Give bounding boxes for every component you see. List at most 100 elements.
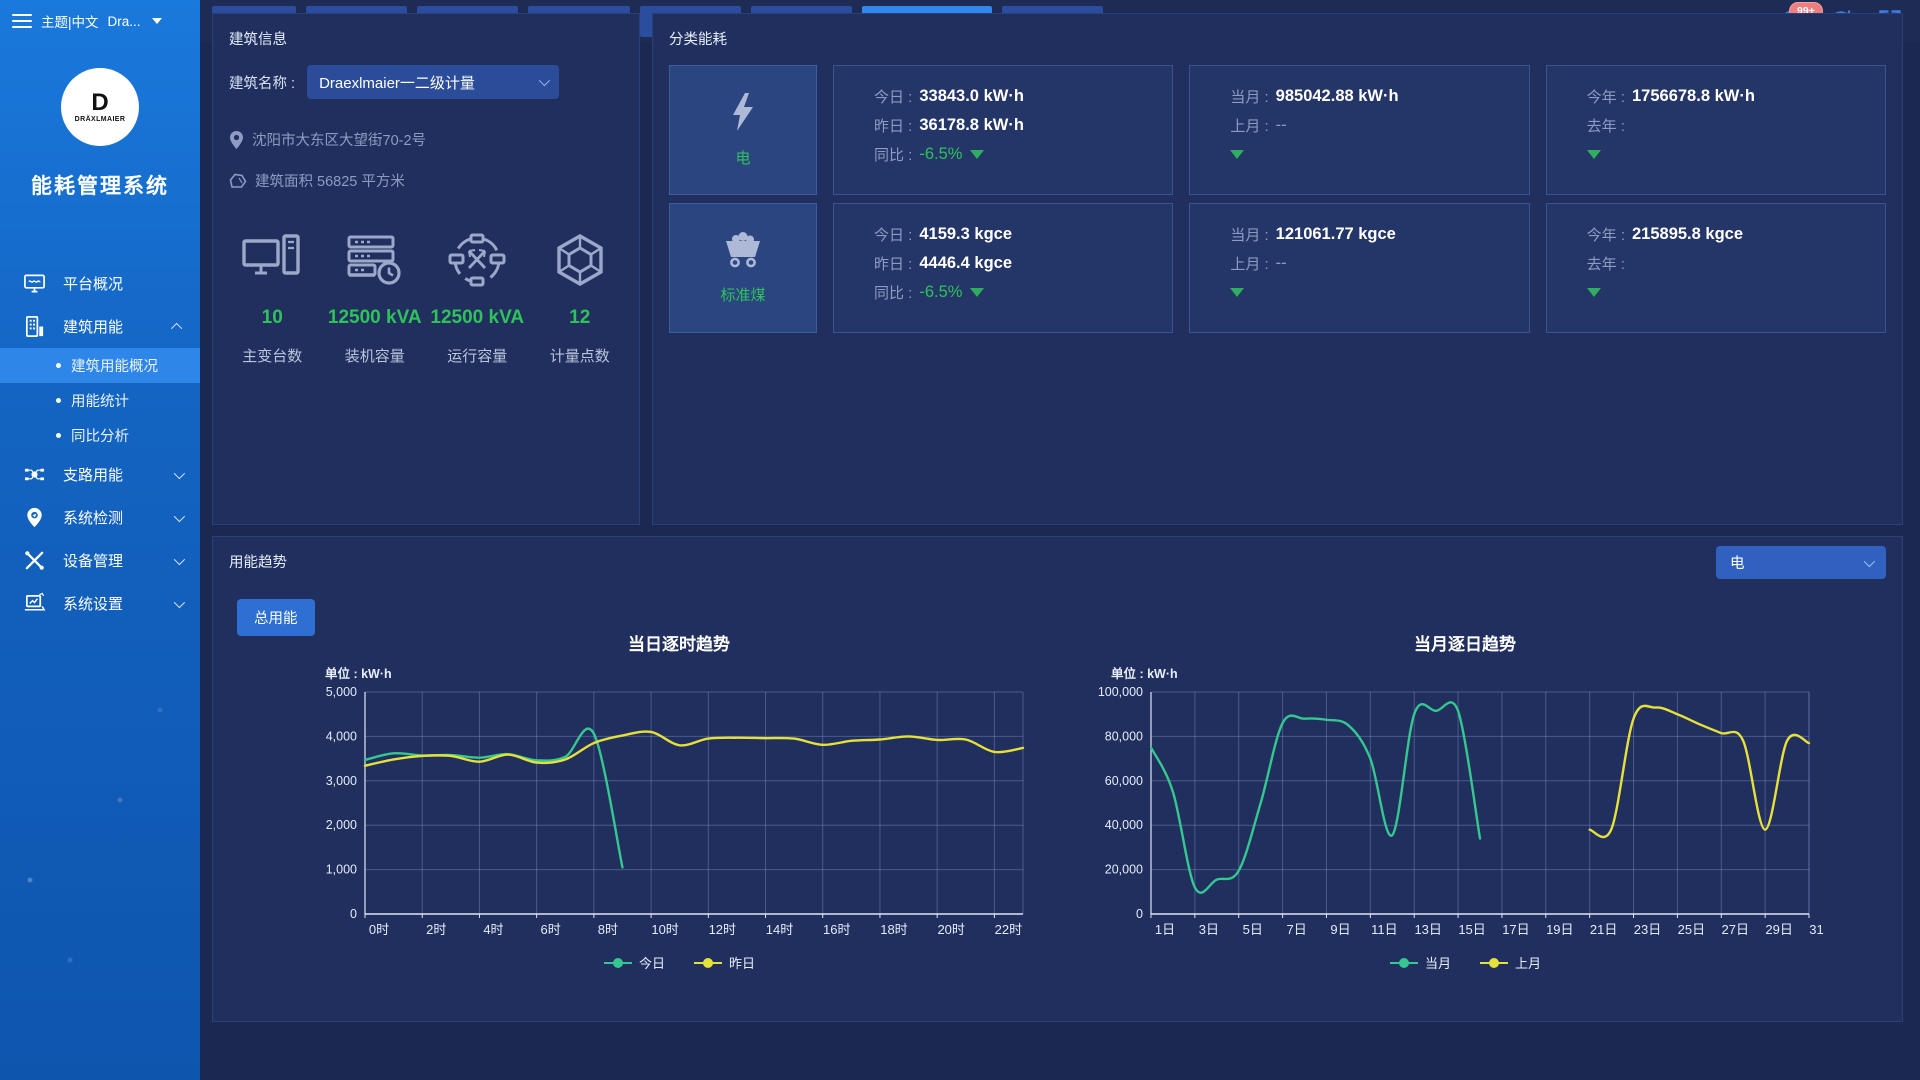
- trend-down-icon: [970, 150, 984, 159]
- svg-text:20,000: 20,000: [1105, 863, 1143, 877]
- sidebar-item-system-settings[interactable]: 系统设置: [0, 582, 200, 625]
- sidebar-subitem-building-energy-overview[interactable]: 建筑用能概况: [0, 348, 200, 383]
- svg-text:4,000: 4,000: [326, 729, 357, 743]
- theme-language-switcher[interactable]: 主题|中文: [41, 11, 99, 31]
- sidebar-subitem-label: 用能统计: [71, 390, 129, 411]
- hexagon-lattice-icon: [529, 229, 632, 291]
- sidebar-item-platform-overview[interactable]: 平台概况: [0, 262, 200, 305]
- monthly-daily-chart-block: 当月逐日趋势 单位 : kW·h 020,00040,00060,00080,0…: [1085, 630, 1845, 972]
- chevron-down-icon: [174, 467, 185, 478]
- coal-day-card: 今日 :4159.3 kgce 昨日 :4446.4 kgce 同比 :-6.5…: [833, 203, 1173, 333]
- charts-row: 当日逐时趋势 单位 : kW·h 01,0002,0003,0004,0005,…: [213, 630, 1902, 972]
- lightning-icon: [728, 92, 758, 132]
- sidebar-item-label: 系统设置: [63, 593, 123, 614]
- stat-label: 计量点数: [529, 345, 632, 366]
- building-name-value: Draexlmaier一二级计量: [319, 72, 475, 93]
- sidebar-menu: 平台概况 建筑用能 建筑用能概况 用能统计 同比分析: [0, 262, 200, 625]
- computer-icon: [221, 229, 324, 291]
- energy-dashboard: 主题|中文 Dra... D DRÄXLMAIER 能耗管理系统 平台概况: [0, 0, 1920, 1080]
- map-pin-icon: [22, 506, 46, 530]
- svg-text:0: 0: [1136, 907, 1143, 921]
- svg-text:4时: 4时: [483, 922, 503, 937]
- sidebar-item-system-detection[interactable]: 系统检测: [0, 496, 200, 539]
- svg-text:2,000: 2,000: [326, 818, 357, 832]
- stat-label: 装机容量: [324, 345, 427, 366]
- svg-text:10时: 10时: [651, 922, 678, 937]
- svg-text:9日: 9日: [1330, 922, 1350, 937]
- building-name-row: 建筑名称 : Draexlmaier一二级计量: [213, 59, 639, 99]
- stat-value: 12500 kVA: [426, 307, 529, 329]
- svg-text:18时: 18时: [880, 922, 907, 937]
- sidebar-item-label: 设备管理: [63, 550, 123, 571]
- svg-text:15日: 15日: [1458, 922, 1485, 937]
- svg-text:14时: 14时: [766, 922, 793, 937]
- svg-text:20时: 20时: [937, 922, 964, 937]
- energy-type-select[interactable]: 电: [1716, 546, 1886, 579]
- coal-card: 标准煤: [669, 203, 817, 333]
- sidebar-subitem-yoy-analysis[interactable]: 同比分析: [0, 418, 200, 453]
- svg-text:0时: 0时: [369, 922, 389, 937]
- svg-text:8时: 8时: [598, 922, 618, 937]
- panel-title: 建筑信息: [213, 14, 639, 59]
- chevron-down-icon: [174, 553, 185, 564]
- stat-metering-points: 12 计量点数: [529, 229, 632, 366]
- svg-text:11日: 11日: [1371, 922, 1398, 937]
- location-pin-icon: [229, 131, 244, 149]
- sidebar-subitem-energy-statistics[interactable]: 用能统计: [0, 383, 200, 418]
- server-clock-icon: [324, 229, 427, 291]
- sidebar-item-building-energy[interactable]: 建筑用能: [0, 305, 200, 348]
- legend-item[interactable]: 当月: [1389, 953, 1451, 972]
- svg-text:16时: 16时: [823, 922, 850, 937]
- energy-type-label: 标准煤: [720, 284, 765, 305]
- sidebar-item-label: 系统检测: [63, 507, 123, 528]
- svg-text:1,000: 1,000: [326, 863, 357, 877]
- svg-text:21日: 21日: [1590, 922, 1617, 937]
- svg-text:1日: 1日: [1155, 922, 1175, 937]
- trend-down-icon: [1230, 150, 1244, 159]
- building-info-panel: 建筑信息 建筑名称 : Draexlmaier一二级计量 沈阳市大东区大望街70…: [212, 13, 640, 525]
- chart-legend: 今日 昨日: [299, 953, 1059, 972]
- trend-down-icon: [1587, 150, 1601, 159]
- building-area: 建筑面积 56825 平方米: [229, 170, 623, 191]
- area-outline-icon: [229, 172, 247, 190]
- user-caret-icon[interactable]: [152, 18, 162, 24]
- bullet-dot: [56, 433, 61, 438]
- legend-item[interactable]: 今日: [603, 953, 665, 972]
- stat-value: 12: [529, 307, 632, 329]
- panel-title: 用能趋势: [213, 537, 1902, 582]
- stat-label: 运行容量: [426, 345, 529, 366]
- legend-item[interactable]: 上月: [1479, 953, 1541, 972]
- svg-text:6时: 6时: [541, 922, 561, 937]
- chevron-down-icon: [539, 75, 550, 86]
- svg-text:23日: 23日: [1634, 922, 1661, 937]
- building-stats: 10 主变台数 12500 kVA 装机容量 12500 kVA 运行容量: [213, 229, 639, 366]
- svg-text:2时: 2时: [426, 922, 446, 937]
- chart-unit-label: 单位 : kW·h: [325, 663, 1059, 682]
- app-title: 能耗管理系统: [0, 170, 200, 200]
- building-name-label: 建筑名称 :: [229, 72, 295, 93]
- total-energy-button[interactable]: 总用能: [237, 599, 315, 636]
- sidebar-item-branch-energy[interactable]: 支路用能: [0, 453, 200, 496]
- user-dropdown-label[interactable]: Dra...: [108, 14, 141, 29]
- stat-value: 12500 kVA: [324, 307, 427, 329]
- sidebar-item-device-management[interactable]: 设备管理: [0, 539, 200, 582]
- chart-title: 当日逐时趋势: [299, 630, 1059, 655]
- building-icon: [22, 315, 46, 339]
- chart-title: 当月逐日趋势: [1085, 630, 1845, 655]
- hamburger-menu-icon[interactable]: [12, 10, 32, 32]
- building-name-select[interactable]: Draexlmaier一二级计量: [307, 65, 559, 99]
- logo-circle: D DRÄXLMAIER: [61, 68, 139, 146]
- logo-letter: D: [91, 92, 108, 114]
- minecart-icon: [722, 231, 764, 269]
- svg-text:40,000: 40,000: [1105, 818, 1143, 832]
- chart-unit-label: 单位 : kW·h: [1111, 663, 1845, 682]
- stat-running-capacity: 12500 kVA 运行容量: [426, 229, 529, 366]
- svg-text:31日: 31日: [1809, 922, 1825, 937]
- electricity-day-card: 今日 :33843.0 kW·h 昨日 :36178.8 kW·h 同比 :-6…: [833, 65, 1173, 195]
- svg-text:7日: 7日: [1286, 922, 1306, 937]
- legend-item[interactable]: 昨日: [693, 953, 755, 972]
- svg-text:27日: 27日: [1722, 922, 1749, 937]
- svg-text:100,000: 100,000: [1098, 685, 1143, 699]
- svg-text:0: 0: [350, 907, 357, 921]
- category-energy-panel: 分类能耗 电 今日 :33843.0 kW·h 昨日 :36178.8 kW·h…: [652, 13, 1903, 525]
